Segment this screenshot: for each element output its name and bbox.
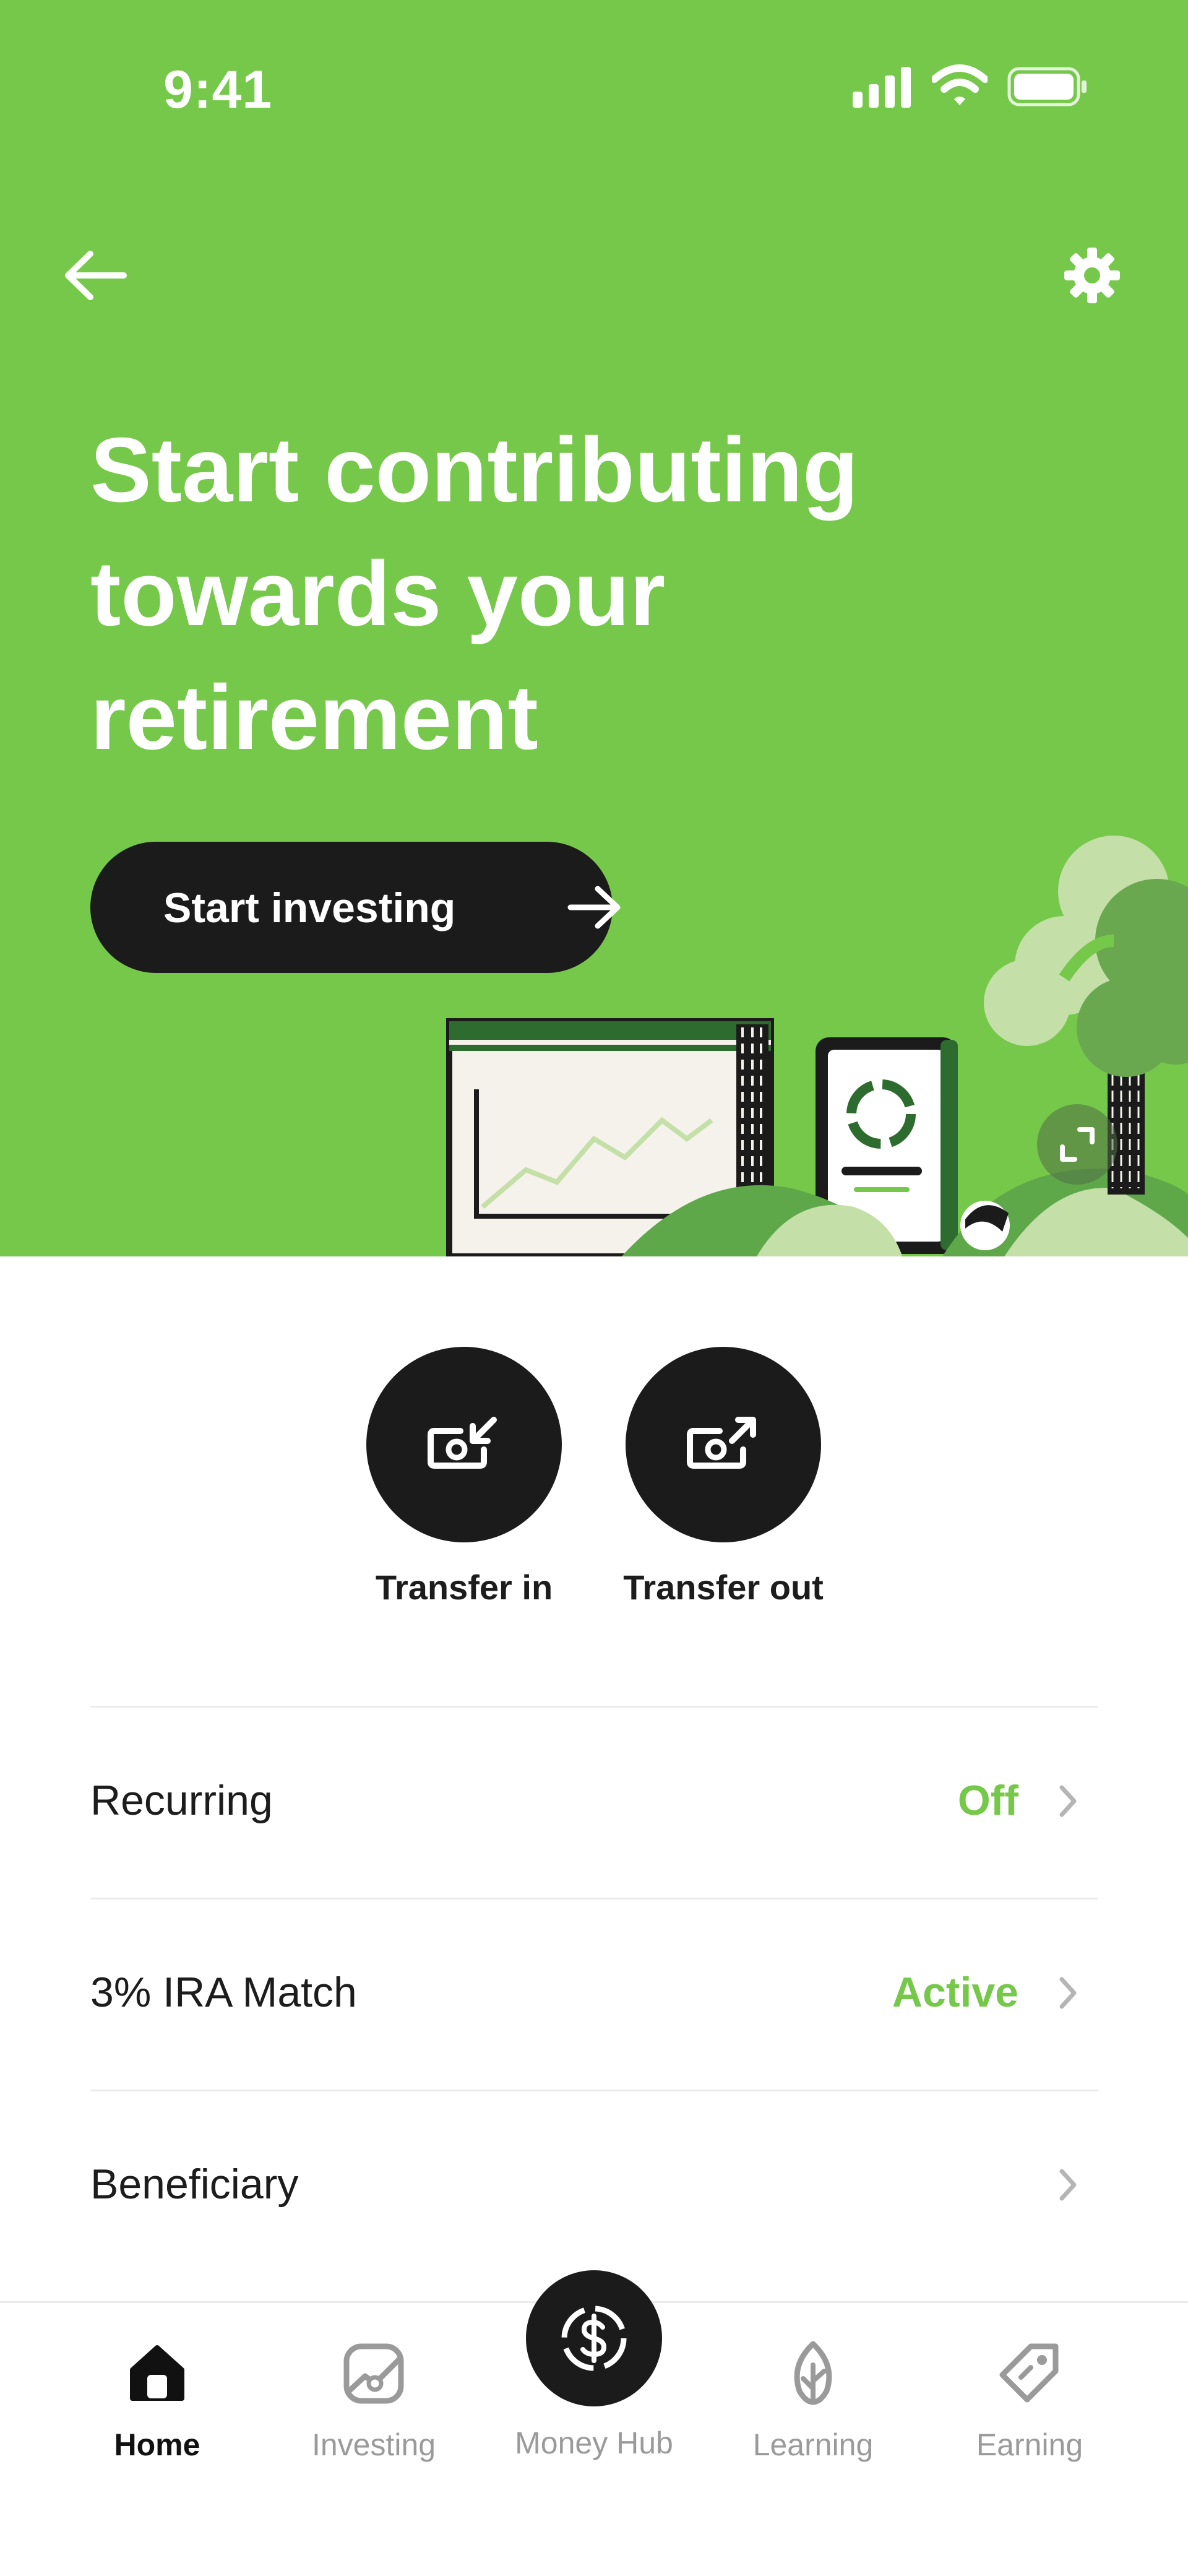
tab-learning-label: Learning bbox=[752, 2427, 874, 2462]
chevron-right-icon bbox=[1059, 1977, 1077, 2009]
beneficiary-row[interactable]: Beneficiary bbox=[90, 2090, 1098, 2279]
tab-money-hub-label: Money Hub bbox=[515, 2426, 673, 2460]
recurring-label: Recurring bbox=[90, 1777, 273, 1824]
expand-icon bbox=[1060, 1127, 1095, 1162]
tab-money-hub[interactable] bbox=[526, 2270, 662, 2406]
ira-match-row[interactable]: 3% IRA Match Active bbox=[90, 1898, 1098, 2087]
tab-home[interactable]: Home bbox=[58, 2303, 256, 2489]
chevron-right-icon bbox=[1059, 2169, 1077, 2201]
recurring-row[interactable]: Recurring Off bbox=[90, 1706, 1098, 1895]
tab-home-label: Home bbox=[114, 2427, 200, 2462]
beneficiary-label: Beneficiary bbox=[90, 2161, 299, 2208]
chevron-right-icon bbox=[1059, 1785, 1077, 1817]
retirement-illustration bbox=[446, 836, 1188, 1256]
leaf-icon bbox=[794, 2341, 832, 2405]
tab-investing-label: Investing bbox=[311, 2427, 436, 2462]
dollar-icon bbox=[561, 2306, 627, 2371]
tab-learning[interactable]: Learning bbox=[714, 2303, 912, 2489]
transfer-in-label: Transfer in bbox=[375, 1568, 553, 1607]
recurring-value: Off bbox=[957, 1777, 1018, 1824]
home-icon bbox=[130, 2345, 184, 2401]
transfer-out-icon bbox=[687, 1417, 756, 1469]
tab-earning[interactable]: Earning bbox=[931, 2303, 1129, 2489]
transfer-in-icon bbox=[428, 1417, 497, 1469]
investing-icon bbox=[343, 2343, 404, 2404]
tab-investing[interactable]: Investing bbox=[275, 2303, 473, 2489]
hero-banner: 9:41 Start contributing towards your ret… bbox=[0, 0, 1188, 1256]
ira-match-label: 3% IRA Match bbox=[90, 1969, 357, 2016]
tag-icon bbox=[999, 2343, 1059, 2403]
expand-button[interactable] bbox=[1037, 1104, 1117, 1185]
transfer-out-label: Transfer out bbox=[623, 1568, 824, 1607]
transfer-out-button[interactable] bbox=[626, 1347, 821, 1542]
transfer-in-button[interactable] bbox=[366, 1347, 562, 1542]
tab-earning-label: Earning bbox=[976, 2427, 1083, 2462]
ira-match-value: Active bbox=[892, 1969, 1018, 2016]
